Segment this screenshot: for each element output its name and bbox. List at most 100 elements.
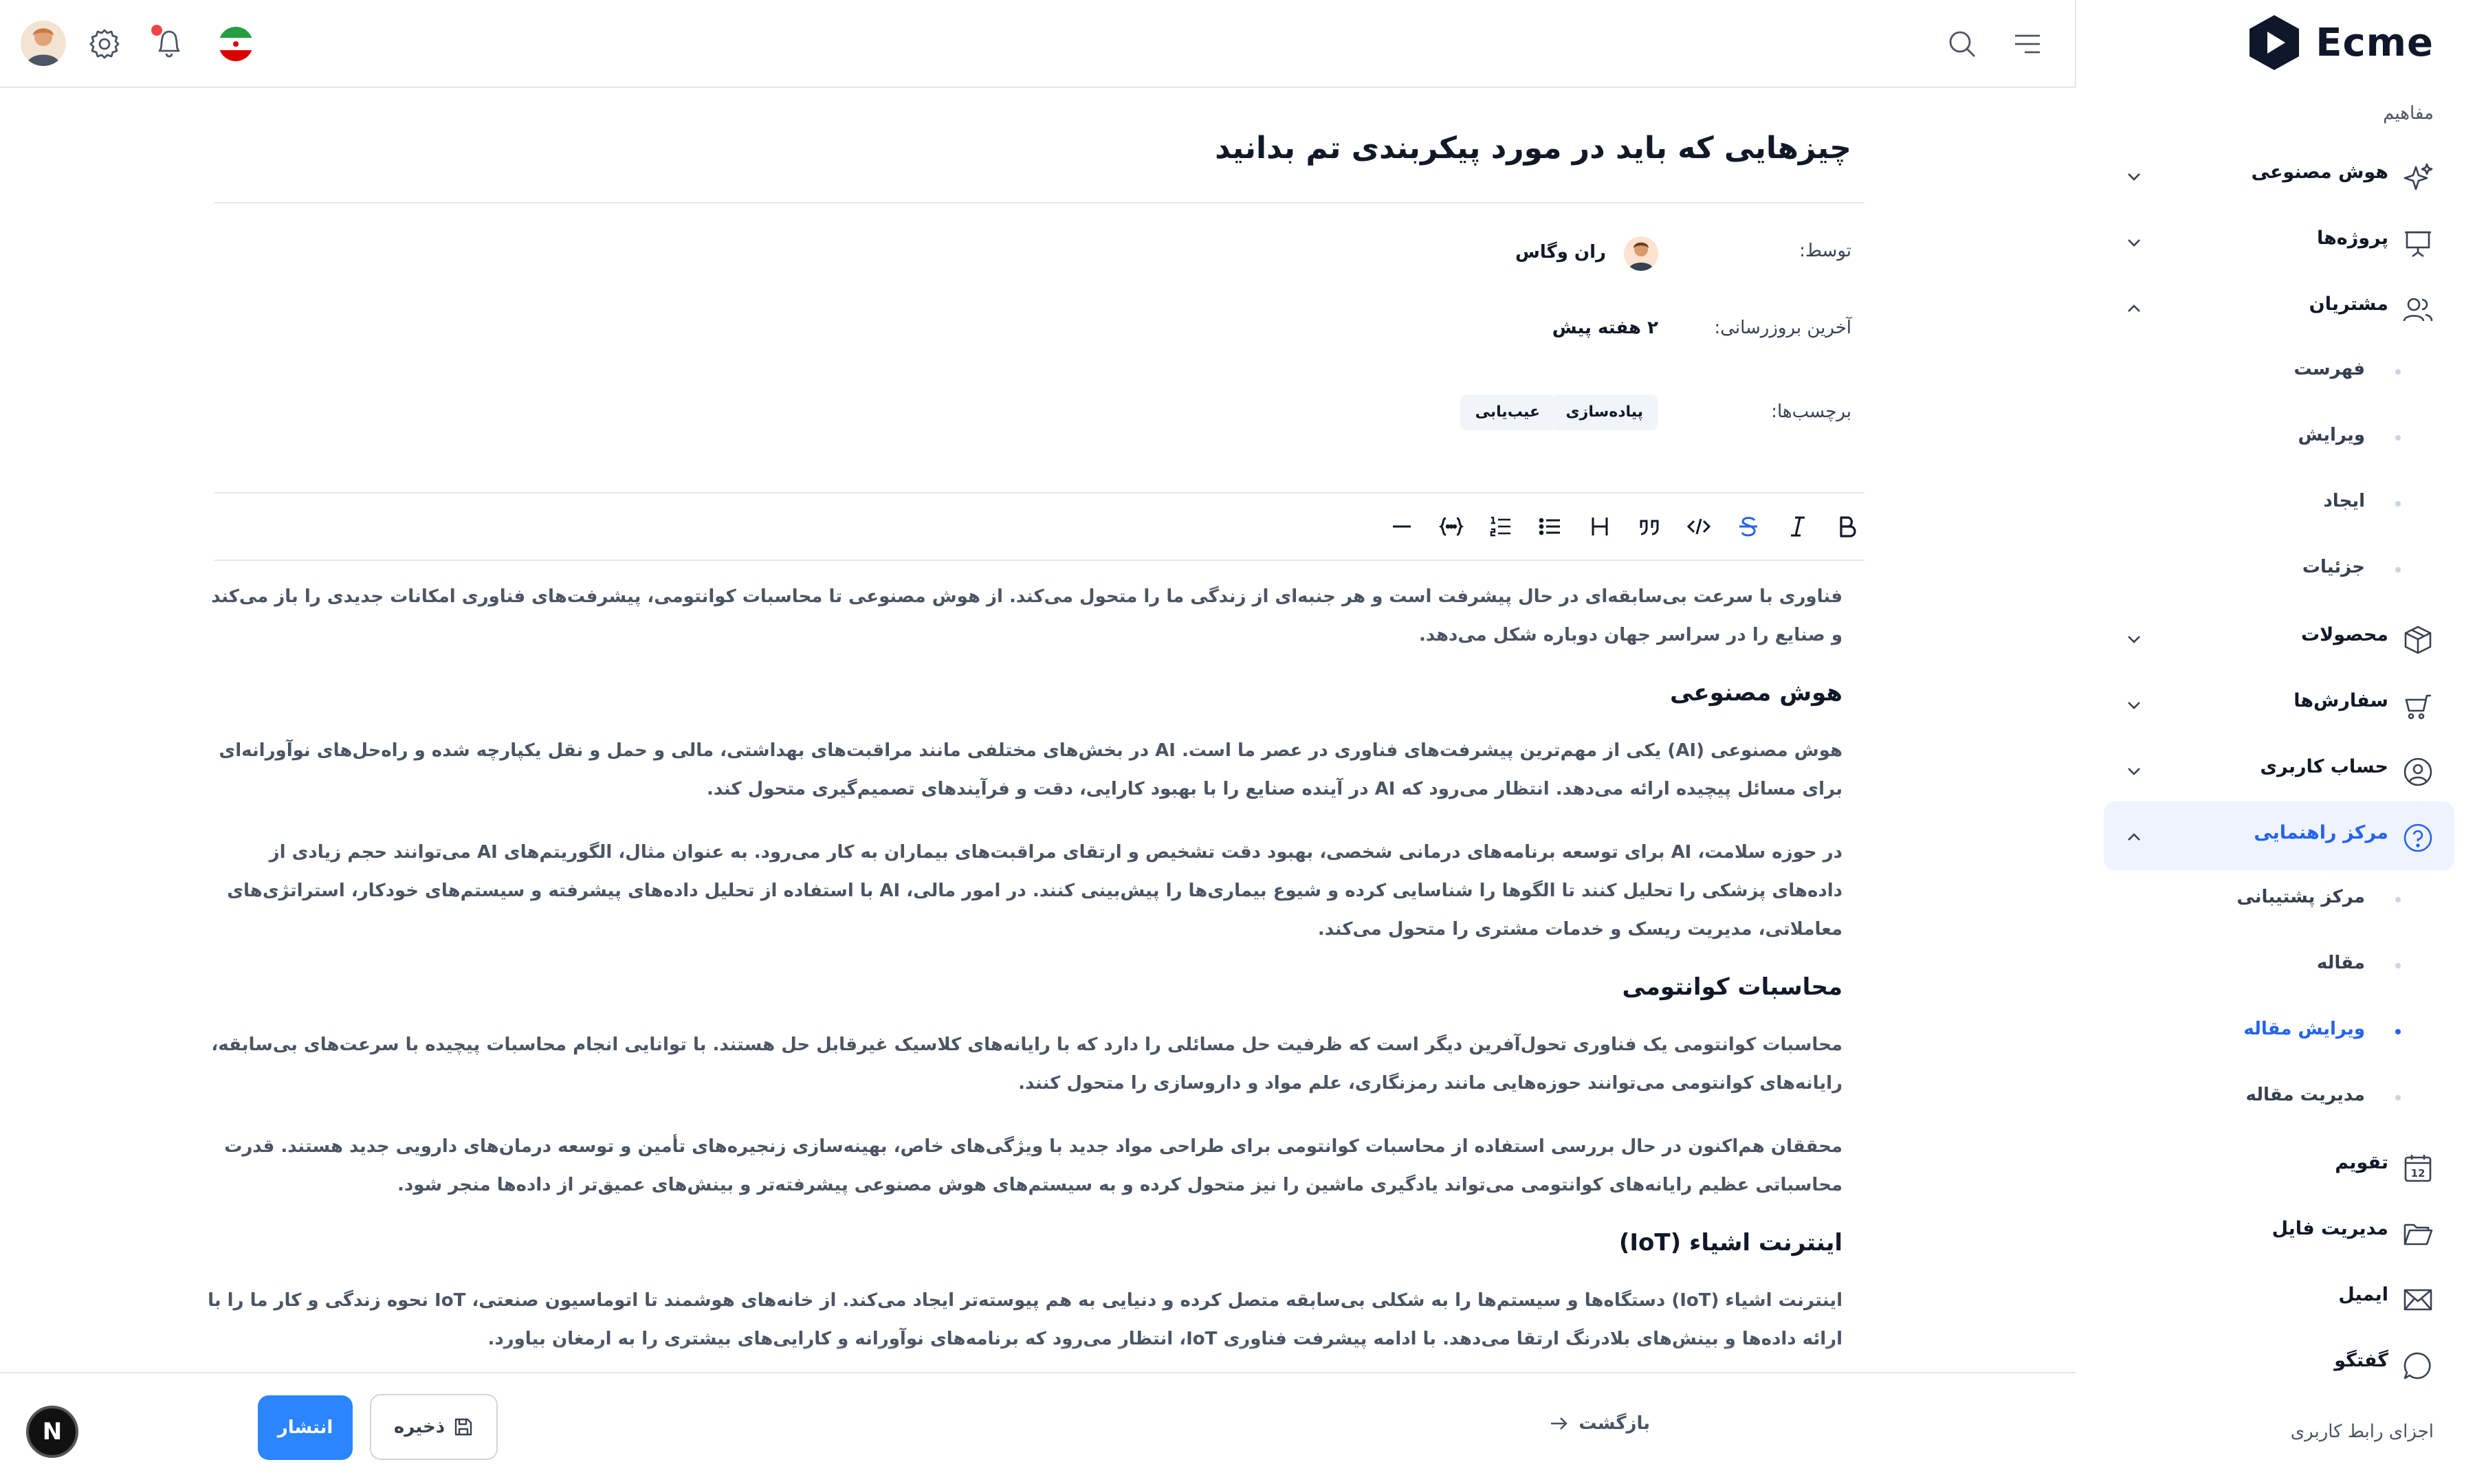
- cart-icon: [2405, 694, 2431, 720]
- user-avatar[interactable]: [21, 21, 66, 66]
- notification-dot: [151, 25, 162, 36]
- sidebar-item-label: ایمیل: [2338, 1284, 2388, 1305]
- code-block-icon: [1439, 517, 1464, 536]
- notifications-button[interactable]: [150, 25, 188, 63]
- sidebar-subitem-article[interactable]: مقاله: [2104, 935, 2454, 997]
- editor-content[interactable]: فناوری با سرعت بی‌سابقه‌ای در حال پیشرفت…: [206, 577, 1842, 1371]
- bold-button[interactable]: [1829, 509, 1865, 544]
- save-button[interactable]: ذخیره: [370, 1394, 498, 1460]
- bullet-dot: [2395, 369, 2401, 375]
- tag-chip[interactable]: پیاده‌سازی: [1550, 395, 1658, 430]
- ordered-list-button[interactable]: [1483, 509, 1519, 544]
- tags-label: برچسب‌ها:: [1771, 401, 1851, 422]
- publish-button[interactable]: انتشار: [258, 1395, 353, 1460]
- logo-icon: [2250, 15, 2300, 70]
- bullet-list-button[interactable]: [1532, 509, 1568, 544]
- author-avatar: [1624, 236, 1658, 271]
- bullet-dot: [2395, 963, 2401, 968]
- sidebar-item-file-manager[interactable]: مدیریت فایل: [2104, 1197, 2454, 1266]
- horizontal-rule-icon: [1393, 525, 1411, 528]
- sidebar-subitem-support-center[interactable]: مرکز پشتیبانی: [2104, 869, 2454, 931]
- sidebar-subitem-edit-article[interactable]: ویرایش مقاله: [2104, 1001, 2454, 1063]
- sidebar-item-calendar[interactable]: 12 تقویم: [2104, 1131, 2454, 1200]
- sidebar-item-label: سفارش‌ها: [2294, 690, 2388, 711]
- publish-label: انتشار: [277, 1417, 333, 1438]
- save-label: ذخیره: [393, 1417, 446, 1437]
- flag-iran-icon[interactable]: [217, 25, 255, 63]
- sidebar-subitem-details[interactable]: جزئیات: [2104, 539, 2454, 601]
- section-title-ui-components: اجزای رابط کاربری: [2290, 1421, 2434, 1442]
- sidebar-item-label: گفتگو: [2334, 1350, 2388, 1371]
- sidebar-subitem-create[interactable]: ایجاد: [2104, 473, 2454, 535]
- back-label: بازگشت: [1578, 1413, 1650, 1434]
- box-icon: [2404, 625, 2432, 654]
- sidebar-item-label: حساب کاربری: [2260, 756, 2388, 777]
- author-avatar-image: [1624, 236, 1658, 271]
- sidebar-subitem-label: مرکز پشتیبانی: [2236, 887, 2365, 907]
- paragraph: در حوزه سلامت، AI برای توسعه برنامه‌های …: [227, 842, 1842, 940]
- search-icon[interactable]: [1943, 25, 1981, 63]
- sidebar-item-email[interactable]: ایمیل: [2104, 1263, 2454, 1332]
- presentation-icon: [2405, 231, 2431, 258]
- gear-icon[interactable]: [85, 25, 124, 63]
- chevron-down-icon: [2128, 173, 2140, 181]
- sidebar-subitem-manage-article[interactable]: مدیریت مقاله: [2104, 1067, 2454, 1129]
- sidebar-item-customers[interactable]: مشتریان: [2104, 273, 2454, 342]
- heading-icon: [1592, 518, 1608, 535]
- bullet-dot: [2395, 897, 2401, 902]
- sidebar-subitem-label: ویرایش مقاله: [2243, 1019, 2365, 1039]
- back-button[interactable]: بازگشت: [1548, 1413, 1650, 1434]
- divider: [214, 202, 1864, 203]
- divider: [214, 560, 1864, 561]
- paragraph: محققان هم‌اکنون در حال بررسی استفاده از …: [224, 1136, 1842, 1195]
- arrow-right-icon: [1551, 1417, 1568, 1430]
- italic-button[interactable]: [1780, 509, 1816, 544]
- sidebar-item-label: مشتریان: [2309, 294, 2388, 315]
- strikethrough-button[interactable]: [1730, 509, 1766, 544]
- sidebar-subitem-label: جزئیات: [2302, 557, 2365, 577]
- author-name[interactable]: ران وگاس: [1515, 242, 1606, 263]
- code-block-button[interactable]: [1433, 509, 1469, 544]
- sidebar-item-chat[interactable]: گفتگو: [2104, 1329, 2454, 1398]
- next-dev-badge[interactable]: N: [26, 1406, 78, 1458]
- bullet-list-icon: [1539, 518, 1560, 535]
- sidebar: Ecme مفاهیم هوش مصنوعی پروژه‌ها مشتریان …: [2076, 0, 2475, 1484]
- section-heading: اینترنت اشیاء (IoT): [1618, 1229, 1842, 1256]
- avatar-image: [21, 21, 66, 66]
- section-title-concepts: مفاهیم: [2383, 103, 2434, 124]
- divider: [214, 492, 1864, 494]
- heading-button[interactable]: [1582, 509, 1618, 544]
- sidebar-subitem-label: ایجاد: [2323, 491, 2365, 511]
- paragraph: محاسبات کوانتومی یک فناوری تحول‌آفرین دی…: [211, 1034, 1842, 1094]
- paragraph: فناوری با سرعت بی‌سابقه‌ای در حال پیشرفت…: [211, 586, 1842, 645]
- code-icon: [1686, 518, 1711, 535]
- sidebar-item-products[interactable]: محصولات: [2104, 603, 2454, 672]
- code-button[interactable]: [1681, 509, 1717, 544]
- sidebar-subitem-label: ویرایش: [2298, 425, 2365, 445]
- calendar-icon: 12: [2404, 1155, 2432, 1182]
- sidebar-subitem-edit[interactable]: ویرایش: [2104, 407, 2454, 469]
- quote-button[interactable]: [1631, 509, 1667, 544]
- section-heading: هوش مصنوعی: [1669, 679, 1842, 707]
- sidebar-item-ai[interactable]: هوش مصنوعی: [2104, 141, 2454, 210]
- app-logo[interactable]: Ecme: [2245, 14, 2434, 71]
- sidebar-item-orders[interactable]: سفارش‌ها: [2104, 669, 2454, 738]
- top-header: [0, 0, 2076, 88]
- bullet-dot: [2395, 1029, 2401, 1034]
- save-icon: [454, 1418, 472, 1436]
- horizontal-rule-button[interactable]: [1384, 509, 1420, 544]
- strikethrough-icon: [1739, 517, 1757, 537]
- sidebar-item-label: مدیریت فایل: [2272, 1218, 2388, 1239]
- sidebar-item-help-center[interactable]: مرکز راهنمایی: [2104, 801, 2454, 870]
- calendar-day: 12: [2411, 1167, 2426, 1180]
- tag-chip[interactable]: عیب‌یابی: [1460, 395, 1555, 430]
- sidebar-item-label: هوش مصنوعی: [2251, 162, 2388, 183]
- sidebar-item-account[interactable]: حساب کاربری: [2104, 735, 2454, 804]
- app-name: Ecme: [2316, 20, 2434, 65]
- sidebar-subitem-label: فهرست: [2294, 359, 2365, 379]
- sidebar-item-projects[interactable]: پروژه‌ها: [2104, 207, 2454, 276]
- chevron-up-icon: [2128, 304, 2140, 312]
- editor-footer: بازگشت ذخیره انتشار: [0, 1372, 2076, 1484]
- menu-toggle-icon[interactable]: [2008, 25, 2047, 63]
- sidebar-subitem-list[interactable]: فهرست: [2104, 341, 2454, 403]
